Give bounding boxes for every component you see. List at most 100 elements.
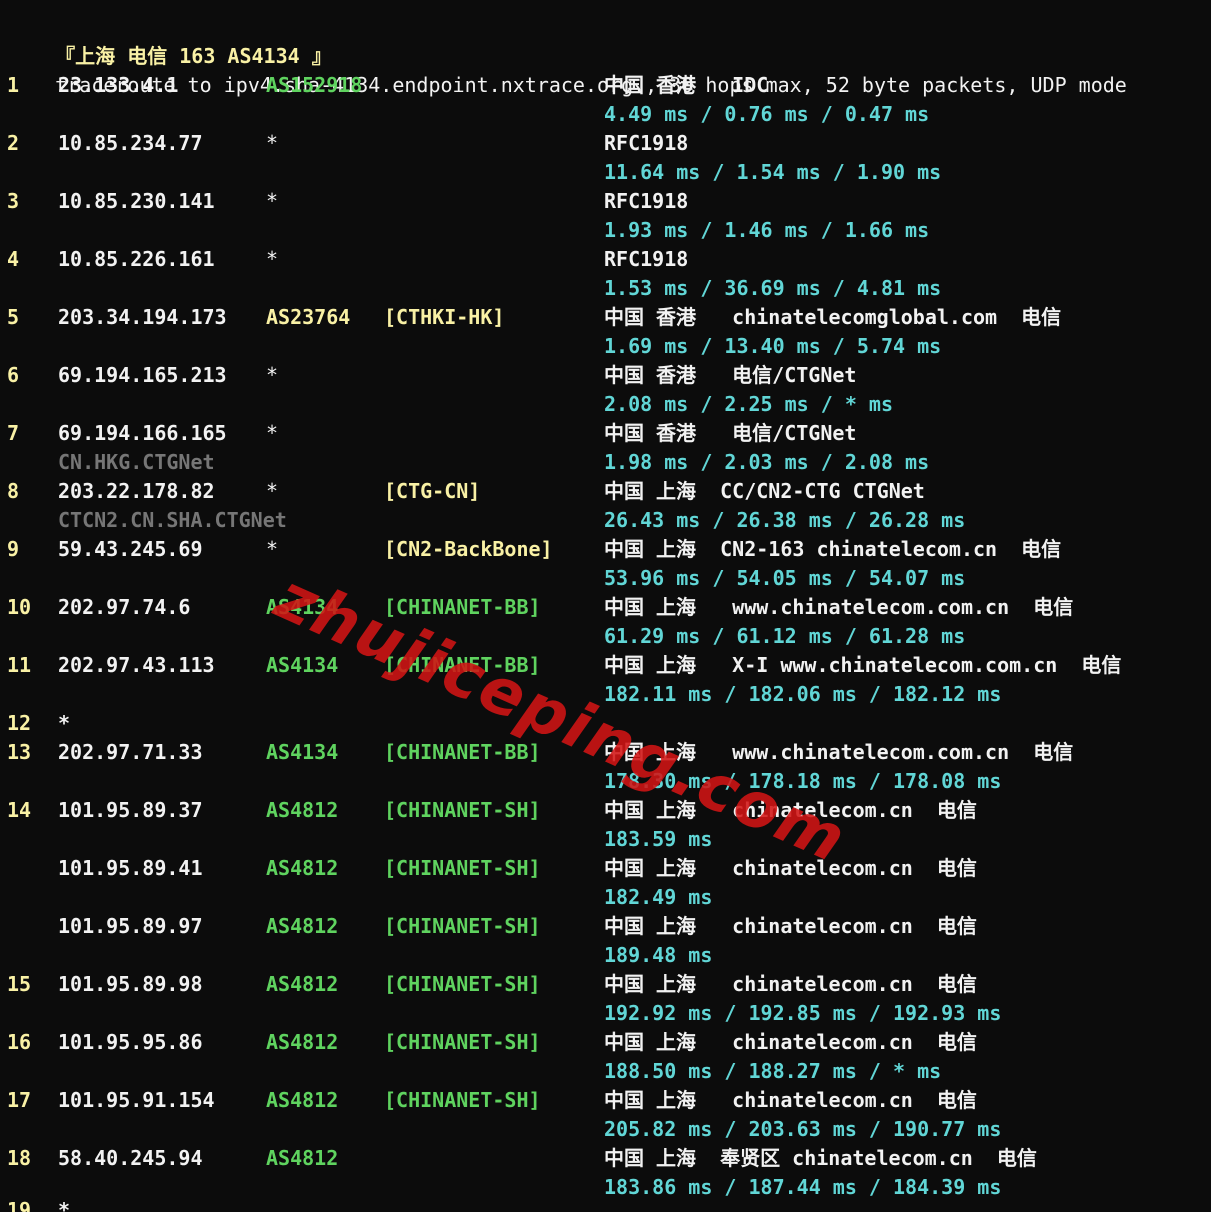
- hop-tag: [CHINANET-SH]: [384, 914, 541, 938]
- hop-row: 18 58.40.245.94 AS4812 中国 上海 奉贤区 chinatelec…: [0, 1144, 1211, 1173]
- hop-geo: 中国 上海 奉贤区 chinatelecom.cn 电信: [604, 1146, 1037, 1170]
- hop-rtt: 61.29 ms / 61.12 ms / 61.28 ms: [604, 624, 966, 648]
- hop-row: 11 202.97.43.113 AS4134 [CHINANET-BB] 中国 上海 …: [0, 651, 1211, 680]
- hop-rtt: 182.49 ms: [604, 885, 713, 909]
- hop-number: 2: [7, 131, 20, 155]
- hop-ip: 10.85.226.161: [58, 247, 215, 271]
- hop-detail-row: 188.50 ms / 188.27 ms / * ms: [0, 1057, 1211, 1086]
- hop-rtt: 1.69 ms / 13.40 ms / 5.74 ms: [604, 334, 942, 358]
- hop-row: 16 101.95.95.86 AS4812 [CHINANET-SH] 中国 上海 c…: [0, 1028, 1211, 1057]
- hop-tag: [CHINANET-SH]: [384, 972, 541, 996]
- hop-row: 4 10.85.226.161 * RFC1918: [0, 245, 1211, 274]
- hop-ip: 69.194.165.213: [58, 363, 227, 387]
- hop-ip: 203.34.194.173: [58, 305, 227, 329]
- hop-geo: 中国 上海 chinatelecom.cn 电信: [604, 914, 977, 938]
- hop-number: 5: [7, 305, 20, 329]
- hop-row: 9 59.43.245.69 * [CN2-BackBone] 中国 上海 CN2-16…: [0, 535, 1211, 564]
- hop-detail-row: 61.29 ms / 61.12 ms / 61.28 ms: [0, 622, 1211, 651]
- hop-ip: 58.40.245.94: [58, 1146, 203, 1170]
- hop-ip: 101.95.91.154: [58, 1088, 215, 1112]
- hop-detail-row: 182.11 ms / 182.06 ms / 182.12 ms: [0, 680, 1211, 709]
- hop-detail-row: 2.08 ms / 2.25 ms / * ms: [0, 390, 1211, 419]
- hop-geo: 中国 香港 电信/CTGNet: [604, 363, 857, 387]
- hop-geo: 中国 上海 chinatelecom.cn 电信: [604, 1088, 977, 1112]
- hop-tag: [CTHKI-HK]: [384, 305, 505, 329]
- hop-rtt: 1.53 ms / 36.69 ms / 4.81 ms: [604, 276, 942, 300]
- hop-geo: 中国 上海 chinatelecom.cn 电信: [604, 856, 977, 880]
- hop-geo: 中国 香港 IDC: [604, 73, 769, 97]
- hop-rdns: CTCN2.CN.SHA.CTGNet: [58, 508, 287, 532]
- hop-number: 17: [7, 1088, 32, 1112]
- hop-asn: *: [266, 131, 279, 155]
- hop-row: 13 202.97.71.33 AS4134 [CHINANET-BB] 中国 上海 w…: [0, 738, 1211, 767]
- hop-row: 14 101.95.89.37 AS4812 [CHINANET-SH] 中国 上海 c…: [0, 796, 1211, 825]
- terminal-window[interactable]: 『上海 电信 163 AS4134 』 traceroute to ipv4.s…: [0, 0, 1211, 1212]
- hop-number: 3: [7, 189, 20, 213]
- hop-asn: *: [266, 537, 279, 561]
- hop-number: 11: [7, 653, 32, 677]
- hop-geo: 中国 上海 chinatelecom.cn 电信: [604, 798, 977, 822]
- hop-geo: 中国 香港 chinatelecomglobal.com 电信: [604, 305, 1062, 329]
- hop-detail-row: CN.HKG.CTGNet 1.98 ms / 2.03 ms / 2.08 ms: [0, 448, 1211, 477]
- hop-tag: [CHINANET-SH]: [384, 798, 541, 822]
- hop-rtt: 53.96 ms / 54.05 ms / 54.07 ms: [604, 566, 966, 590]
- hop-row: 6 69.194.165.213 * 中国 香港 电信/CTGNet: [0, 361, 1211, 390]
- hop-ip: 10.85.234.77: [58, 131, 203, 155]
- hop-tag: [CHINANET-BB]: [384, 595, 541, 619]
- hop-asn: AS4812: [266, 972, 339, 996]
- hop-rtt: 178.30 ms / 178.18 ms / 178.08 ms: [604, 769, 1002, 793]
- hop-asn: AS4812: [266, 856, 339, 880]
- hop-asn: AS4134: [266, 653, 339, 677]
- hop-ip: 23.133.4.1: [58, 73, 179, 97]
- hop-number: 10: [7, 595, 32, 619]
- hop-ip: 101.95.89.98: [58, 972, 203, 996]
- hop-ip: 202.97.43.113: [58, 653, 215, 677]
- hop-tag: [CHINANET-SH]: [384, 856, 541, 880]
- route-title-line: 『上海 电信 163 AS4134 』: [7, 13, 332, 68]
- hop-rtt: 189.48 ms: [604, 943, 713, 967]
- hop-ip: 101.95.95.86: [58, 1030, 203, 1054]
- hop-asn: AS4812: [266, 1030, 339, 1054]
- hop-geo: RFC1918: [604, 247, 689, 271]
- hop-rtt: 2.08 ms / 2.25 ms / * ms: [604, 392, 893, 416]
- hop-rtt: 4.49 ms / 0.76 ms / 0.47 ms: [604, 102, 930, 126]
- hop-asn: AS4134: [266, 595, 339, 619]
- hop-asn: *: [266, 421, 279, 445]
- hop-detail-row: 4.49 ms / 0.76 ms / 0.47 ms: [0, 100, 1211, 129]
- hop-asn: AS23764: [266, 305, 351, 329]
- hop-detail-row: 205.82 ms / 203.63 ms / 190.77 ms: [0, 1115, 1211, 1144]
- hop-row: 19 *: [0, 1196, 1211, 1212]
- hop-geo: 中国 上海 CN2-163 chinatelecom.cn 电信: [604, 537, 1062, 561]
- hop-number: 13: [7, 740, 32, 764]
- hop-asn: *: [266, 479, 279, 503]
- hop-tag: [CHINANET-SH]: [384, 1030, 541, 1054]
- hop-rtt: 26.43 ms / 26.38 ms / 26.28 ms: [604, 508, 966, 532]
- hop-detail-row: 1.53 ms / 36.69 ms / 4.81 ms: [0, 274, 1211, 303]
- hop-detail-row: 178.30 ms / 178.18 ms / 178.08 ms: [0, 767, 1211, 796]
- hop-tag: [CN2-BackBone]: [384, 537, 553, 561]
- hop-ip: 69.194.166.165: [58, 421, 227, 445]
- hop-detail-row: CTCN2.CN.SHA.CTGNet 26.43 ms / 26.38 ms /…: [0, 506, 1211, 535]
- hop-detail-row: 1.93 ms / 1.46 ms / 1.66 ms: [0, 216, 1211, 245]
- hop-row: 12 *: [0, 709, 1211, 738]
- hop-row: 15 101.95.89.98 AS4812 [CHINANET-SH] 中国 上海 c…: [0, 970, 1211, 999]
- hop-ip: 101.95.89.41: [58, 856, 203, 880]
- hop-number: 7: [7, 421, 20, 445]
- hop-rtt: 205.82 ms / 203.63 ms / 190.77 ms: [604, 1117, 1002, 1141]
- hop-row: 17 101.95.91.154 AS4812 [CHINANET-SH] 中国 上海 …: [0, 1086, 1211, 1115]
- hop-tag: [CHINANET-BB]: [384, 653, 541, 677]
- hop-number: 15: [7, 972, 32, 996]
- hop-row: 8 203.22.178.82 * [CTG-CN] 中国 上海 CC/CN2-CTG …: [0, 477, 1211, 506]
- hop-rtt: 11.64 ms / 1.54 ms / 1.90 ms: [604, 160, 942, 184]
- hop-number: 6: [7, 363, 20, 387]
- hop-rtt: 1.93 ms / 1.46 ms / 1.66 ms: [604, 218, 930, 242]
- hop-detail-row: 183.59 ms: [0, 825, 1211, 854]
- hop-number: 4: [7, 247, 20, 271]
- hop-rtt: 1.98 ms / 2.03 ms / 2.08 ms: [604, 450, 930, 474]
- hop-detail-row: 189.48 ms: [0, 941, 1211, 970]
- hop-rtt: 183.59 ms: [604, 827, 713, 851]
- hop-number: 16: [7, 1030, 32, 1054]
- hop-number: 8: [7, 479, 20, 503]
- hop-rtt: 188.50 ms / 188.27 ms / * ms: [604, 1059, 942, 1083]
- hop-tag: [CHINANET-SH]: [384, 1088, 541, 1112]
